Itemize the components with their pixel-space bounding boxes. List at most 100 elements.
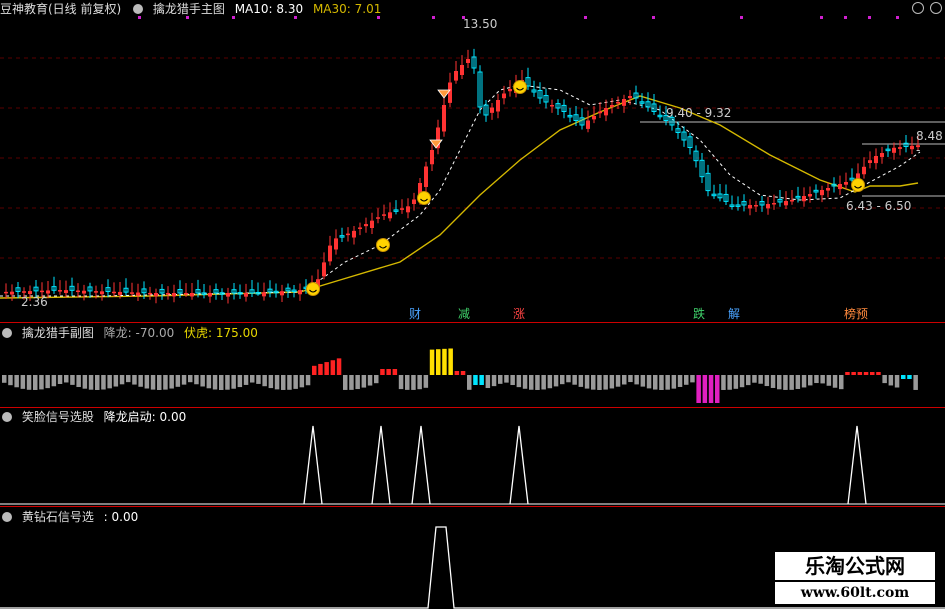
candle-body [820,190,824,196]
histogram-bar [646,375,652,389]
top-dot [432,16,435,19]
main-chart-panel[interactable]: 豆神教育(日线 前复权) 擒龙猎手主图 MA10: 8.30 MA30: 7.0… [0,0,945,322]
main-chart-header: 豆神教育(日线 前复权) 擒龙猎手主图 MA10: 8.30 MA30: 7.0… [0,0,387,18]
histogram-bar [237,375,243,388]
candle-body [400,208,404,210]
signal-spike [411,425,431,505]
histogram-bar [405,375,410,390]
event-tag[interactable]: 财 [408,307,422,321]
candle-body [262,292,266,297]
event-tag[interactable]: 榜预 [843,307,869,321]
histogram-bar [547,375,553,389]
histogram-bar [126,375,131,383]
top-dot [820,16,823,19]
settings-icon[interactable] [2,412,12,422]
histogram-bar [541,375,546,390]
candle-body [892,147,896,153]
histogram-bar [380,369,385,375]
event-tag[interactable]: 跌 [692,307,706,321]
histogram-bar [894,375,900,388]
event-tag[interactable]: 减 [457,307,471,321]
candle-body [280,291,284,296]
histogram-bar [212,375,218,390]
histogram-bar [653,375,658,390]
histogram-bar [504,375,509,383]
candle-body [298,290,302,295]
histogram-bar [820,375,825,384]
window-circle-icon[interactable] [912,2,924,14]
candle-body [598,111,602,114]
histogram-bar [256,375,261,384]
candle-body [424,166,428,187]
settings-icon[interactable] [133,4,144,14]
candle-body [346,233,350,236]
histogram-bar [312,365,317,375]
sub3-header: 黄钻石信号选 : 0.00 [0,508,144,526]
histogram-bar [814,375,819,384]
candle-body [838,184,842,190]
histogram-bar [76,375,81,388]
settings-icon[interactable] [2,512,12,522]
histogram-bar [250,375,255,383]
candlestick-chart[interactable] [0,0,945,322]
candle-body [448,82,452,103]
histogram-bar [535,375,540,390]
top-dot [868,16,871,19]
histogram-bar [132,375,137,385]
histogram-bar [603,375,608,390]
histogram-bar [746,375,751,386]
histogram-bar [299,375,305,388]
candle-body [148,292,152,295]
window-circle-icon[interactable] [930,2,942,14]
histogram-bar [305,375,311,386]
candle-body [244,293,248,297]
candle-body [550,105,554,107]
top-dot [584,16,587,19]
histogram-bar [597,375,602,390]
candle-body [616,102,620,104]
histogram-bar [144,375,150,389]
histogram-bar [82,375,88,389]
histogram-bar [460,371,466,375]
candle-body [784,201,788,206]
histogram-bar [386,369,391,375]
histogram-bar [454,371,460,375]
sub2-signal: 降龙启动: 0.00 [103,410,187,424]
histogram-bar [45,375,50,389]
histogram-bar [392,369,398,375]
smile-icon [851,178,865,192]
histogram-bar [783,375,788,390]
histogram-bar [150,375,156,390]
candle-body [358,227,362,229]
histogram-bar [553,375,559,387]
candle-body [58,290,62,292]
histogram-bar [529,375,534,390]
sub2-name[interactable]: 笑脸信号选股 [22,410,94,424]
top-dot [740,16,743,19]
histogram-bar [777,375,782,390]
indicator-name[interactable]: 擒龙猎手主图 [153,2,225,16]
sub-indicator-panel[interactable]: 擒龙猎手副图 降龙: -70.00 伏虎: 175.00 [0,323,945,407]
histogram-bar [826,375,832,386]
candle-body [184,293,188,295]
histogram-bar [863,372,869,375]
event-tag[interactable]: 涨 [512,307,526,321]
histogram-bar [2,375,7,383]
histogram-bar [770,375,776,388]
smile-signal-panel[interactable]: 笑脸信号选股 降龙启动: 0.00 [0,408,945,506]
candle-body [874,156,878,164]
sub1-name[interactable]: 擒龙猎手副图 [22,326,94,340]
settings-icon[interactable] [2,328,12,338]
candle-body [628,96,632,99]
candle-body [136,292,140,296]
histogram-bar [727,375,732,390]
histogram-bar [51,375,57,387]
histogram-bar [839,375,844,390]
histogram-bar [510,375,515,386]
histogram-bar [845,372,850,375]
right-price-label: 8.48 - [916,129,943,157]
event-tag[interactable]: 解 [727,307,741,321]
histogram-bar [628,375,633,383]
sub3-name[interactable]: 黄钻石信号选 [22,510,94,524]
candle-body [388,212,392,219]
